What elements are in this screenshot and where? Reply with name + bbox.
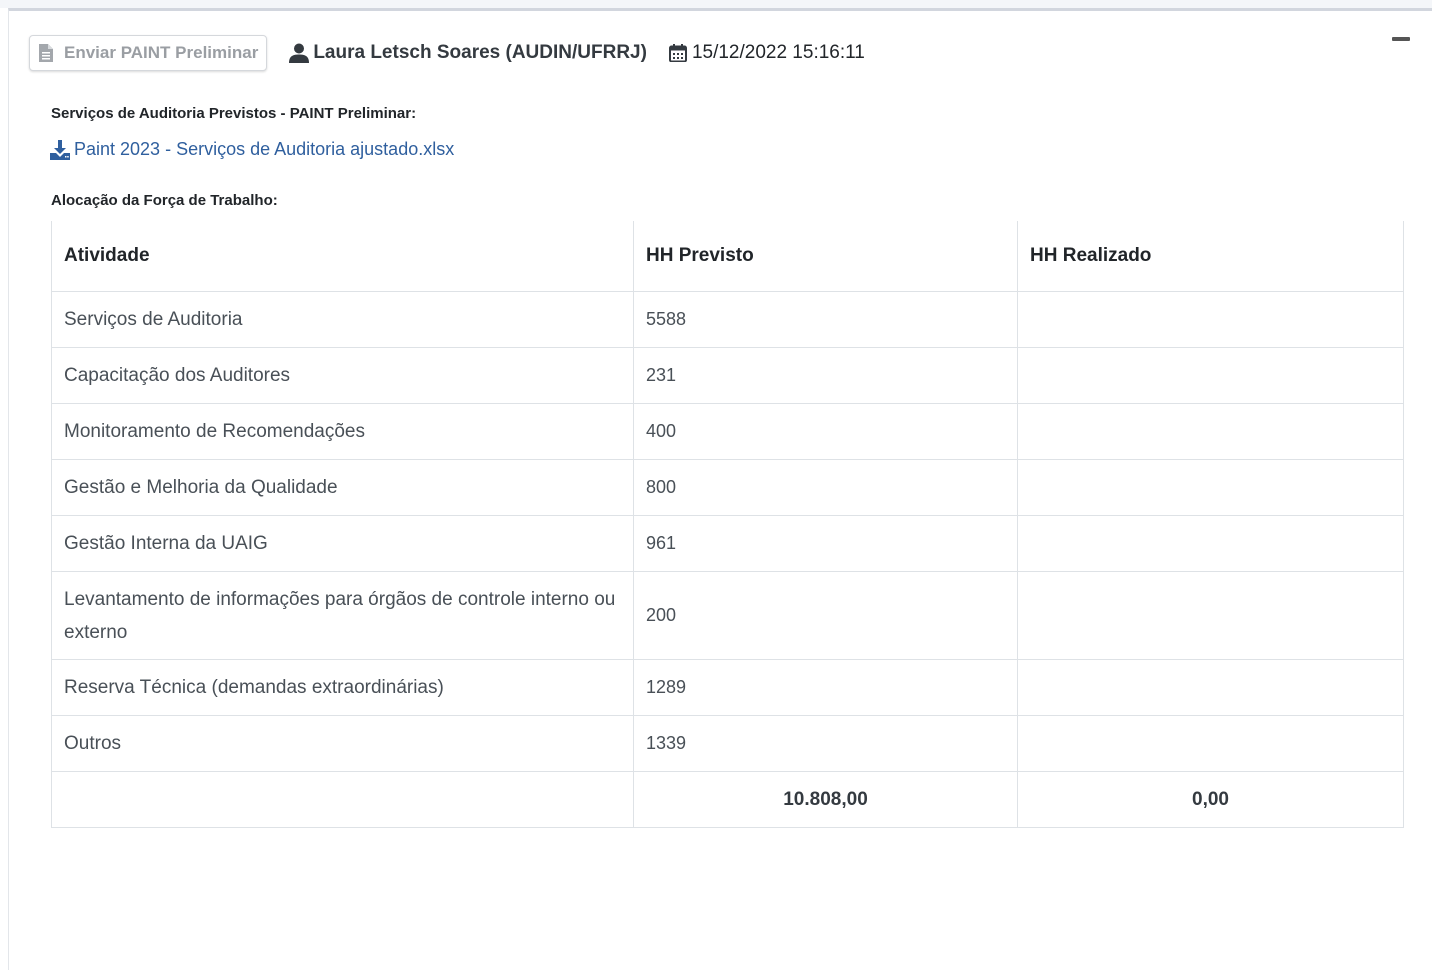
workforce-label: Alocação da Força de Trabalho: bbox=[51, 192, 278, 209]
paint-card: Enviar PAINT Preliminar Laura Letsch Soa… bbox=[8, 8, 1432, 970]
user-info: Laura Letsch Soares (AUDIN/UFRRJ) bbox=[289, 42, 647, 64]
planned-cell: 1289 bbox=[633, 659, 1018, 716]
actual-cell bbox=[1017, 515, 1404, 572]
actual-cell bbox=[1017, 715, 1404, 772]
activity-cell: Monitoramento de Recomendações bbox=[51, 403, 634, 460]
table-header-row: Atividade HH Previsto HH Realizado bbox=[51, 221, 1404, 292]
download-icon bbox=[50, 139, 70, 160]
actual-cell bbox=[1017, 571, 1404, 660]
card-header: Enviar PAINT Preliminar Laura Letsch Soa… bbox=[29, 33, 865, 73]
actual-cell bbox=[1017, 459, 1404, 516]
page: Enviar PAINT Preliminar Laura Letsch Soa… bbox=[0, 0, 1432, 970]
table-row: Serviços de Auditoria 5588 bbox=[51, 291, 1404, 348]
total-actual-cell: 0,00 bbox=[1017, 771, 1404, 828]
file-link-text: Paint 2023 - Serviços de Auditoria ajust… bbox=[74, 139, 455, 159]
user-name: Laura Letsch Soares (AUDIN/UFRRJ) bbox=[313, 42, 647, 63]
table-row: Reserva Técnica (demandas extraordinária… bbox=[51, 659, 1404, 716]
table-row: Gestão Interna da UAIG 961 bbox=[51, 515, 1404, 572]
column-header-activity: Atividade bbox=[51, 221, 634, 292]
table-row: Gestão e Melhoria da Qualidade 800 bbox=[51, 459, 1404, 516]
planned-cell: 800 bbox=[633, 459, 1018, 516]
column-header-actual: HH Realizado bbox=[1017, 221, 1404, 292]
audit-services-label: Serviços de Auditoria Previstos - PAINT … bbox=[51, 105, 417, 122]
table-row: Monitoramento de Recomendações 400 bbox=[51, 403, 1404, 460]
send-paint-button-label: Enviar PAINT Preliminar bbox=[64, 43, 259, 62]
activity-cell: Levantamento de informações para órgãos … bbox=[51, 571, 634, 660]
date-info: 15/12/2022 15:16:11 bbox=[668, 42, 865, 64]
table-row: Outros 1339 bbox=[51, 715, 1404, 772]
actual-cell bbox=[1017, 659, 1404, 716]
calendar-icon bbox=[668, 44, 687, 62]
planned-cell: 1339 bbox=[633, 715, 1018, 772]
table-row: Levantamento de informações para órgãos … bbox=[51, 571, 1404, 660]
planned-cell: 200 bbox=[633, 571, 1018, 660]
file-icon bbox=[39, 44, 53, 62]
send-paint-button[interactable]: Enviar PAINT Preliminar bbox=[29, 35, 268, 71]
totals-row: 10.808,00 0,00 bbox=[51, 771, 1404, 828]
user-icon bbox=[289, 43, 310, 63]
top-strip bbox=[0, 0, 1432, 8]
workforce-table: Atividade HH Previsto HH Realizado Servi… bbox=[51, 221, 1404, 828]
activity-cell: Gestão e Melhoria da Qualidade bbox=[51, 459, 634, 516]
activity-cell: Capacitação dos Auditores bbox=[51, 347, 634, 404]
totals-activity-cell bbox=[51, 771, 634, 828]
activity-cell: Reserva Técnica (demandas extraordinária… bbox=[51, 659, 634, 716]
activity-cell: Gestão Interna da UAIG bbox=[51, 515, 634, 572]
datetime: 15/12/2022 15:16:11 bbox=[691, 42, 865, 63]
audit-services-file-link[interactable]: Paint 2023 - Serviços de Auditoria ajust… bbox=[50, 139, 454, 160]
activity-cell: Serviços de Auditoria bbox=[51, 291, 634, 348]
actual-cell bbox=[1017, 403, 1404, 460]
planned-cell: 961 bbox=[633, 515, 1018, 572]
planned-cell: 400 bbox=[633, 403, 1018, 460]
planned-cell: 5588 bbox=[633, 291, 1018, 348]
total-planned-cell: 10.808,00 bbox=[633, 771, 1018, 828]
table-row: Capacitação dos Auditores 231 bbox=[51, 347, 1404, 404]
actual-cell bbox=[1017, 347, 1404, 404]
activity-cell: Outros bbox=[51, 715, 634, 772]
column-header-planned: HH Previsto bbox=[633, 221, 1018, 292]
minus-icon[interactable] bbox=[1392, 37, 1410, 41]
actual-cell bbox=[1017, 291, 1404, 348]
planned-cell: 231 bbox=[633, 347, 1018, 404]
